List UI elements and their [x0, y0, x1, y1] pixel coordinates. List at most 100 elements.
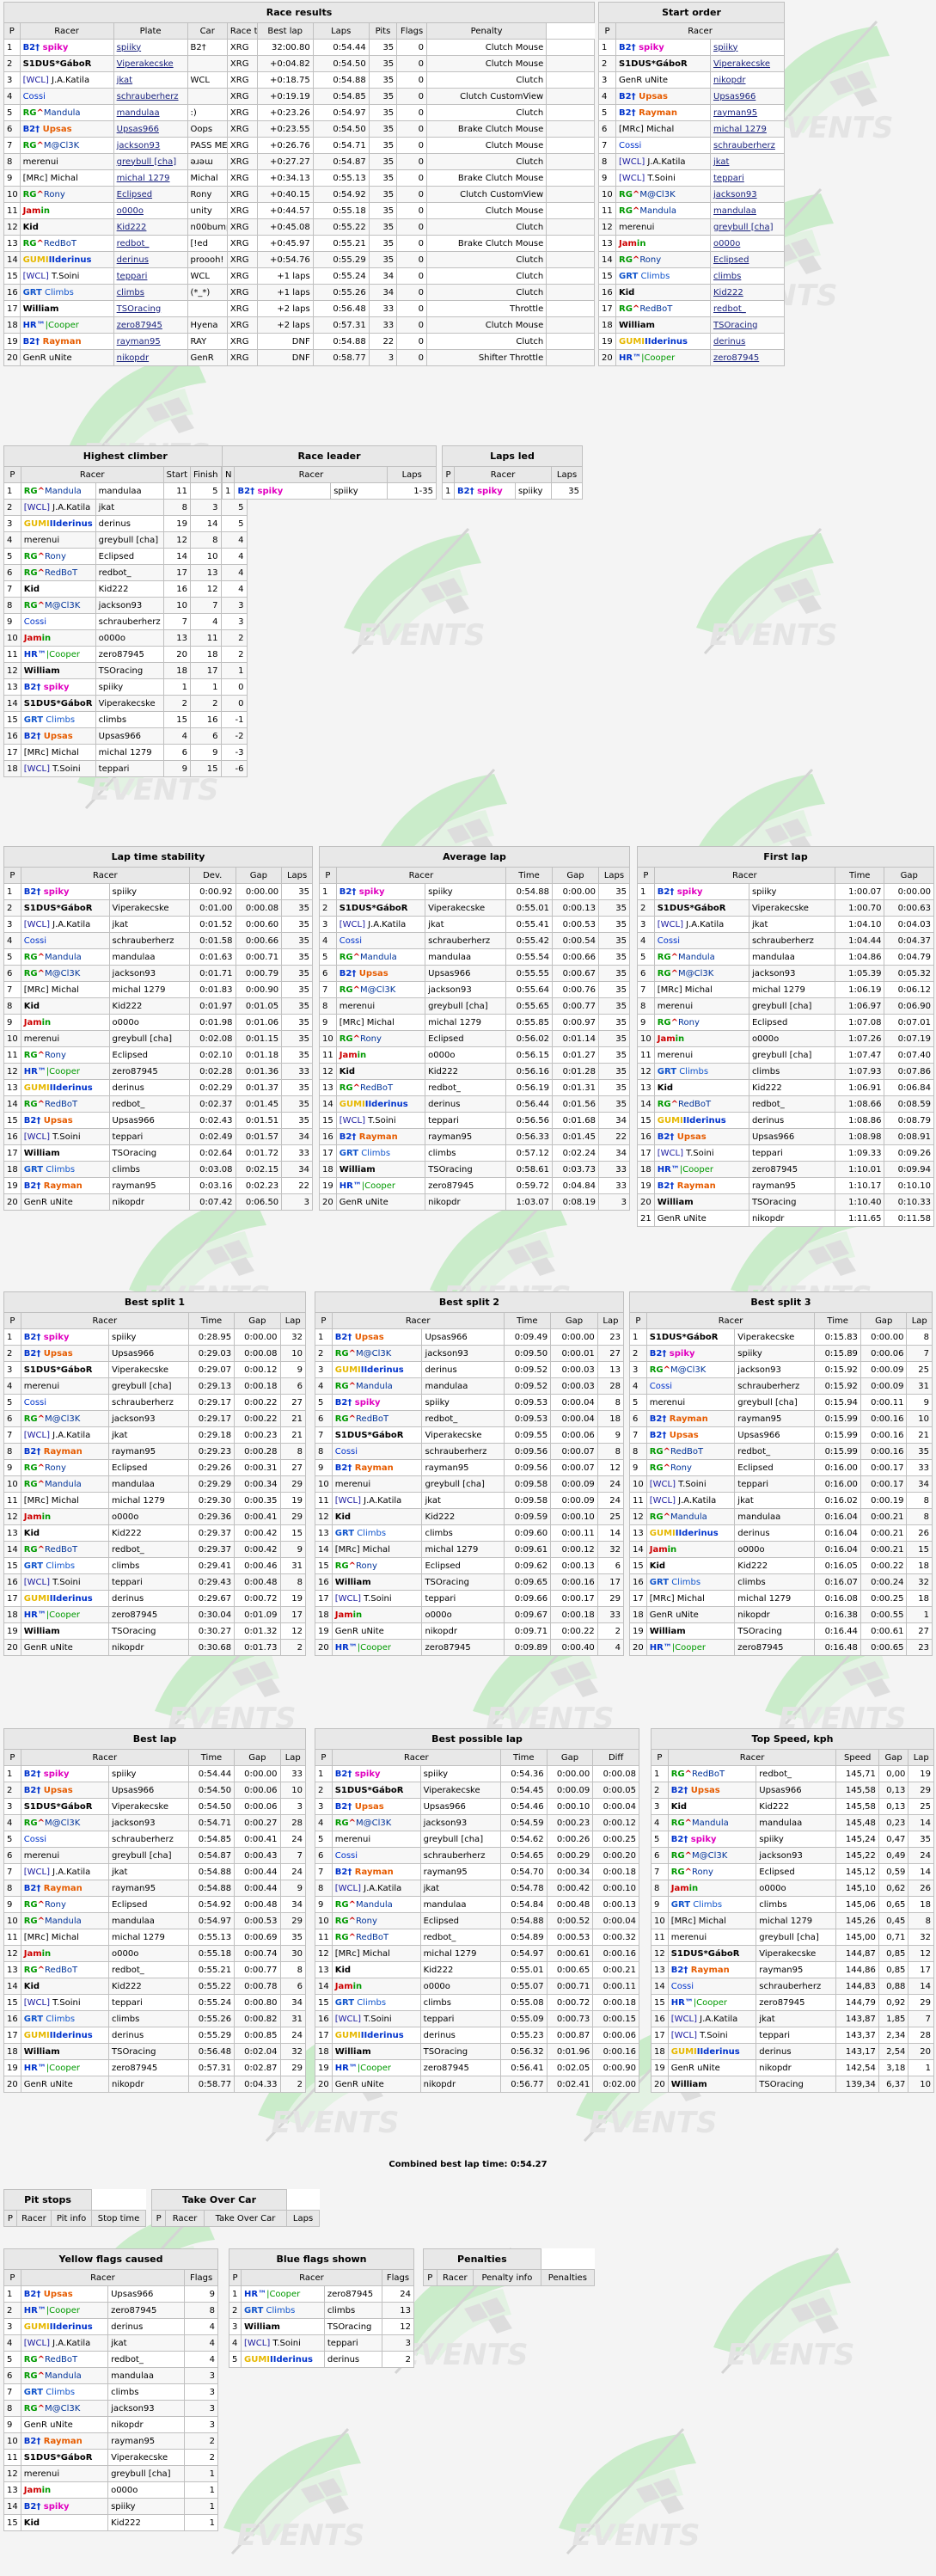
lap-cell: 24 [596, 1492, 625, 1509]
player-name-cell[interactable]: Kid222 [709, 284, 786, 301]
table-row: 18 GenR uNite nikopdr 0:16.38 0:00.55 1 [629, 1606, 933, 1623]
flags-cell: 0 [396, 186, 427, 203]
player-name-cell: teppari [734, 1475, 816, 1493]
player-name-cell[interactable]: Viperakecske [709, 55, 786, 72]
diff-cell: 0:00.13 [592, 1896, 639, 1913]
player-name-cell[interactable]: jackson93 [709, 186, 786, 203]
player-name-cell[interactable]: Upsas966 [709, 88, 786, 105]
player-name-cell: derinus [748, 1112, 835, 1129]
racer-name-cell: [MRc] Michal [20, 1492, 109, 1509]
player-name-cell[interactable]: zero87945 [113, 316, 188, 334]
gap-cell: 0:07.86 [884, 1063, 934, 1080]
table-row: 10 Jamin o000o 1:07.26 0:07.19 [637, 1030, 934, 1047]
player-name-cell[interactable]: schrauberherz [709, 137, 786, 154]
player-name-cell: TSOracing [108, 1144, 190, 1162]
player-name-cell[interactable]: jkat [709, 153, 786, 170]
player-name-cell[interactable]: rayman95 [709, 104, 786, 121]
player-name-cell[interactable]: climbs [709, 267, 786, 285]
racer-name-cell: [WCL] J.A.Katila [653, 916, 749, 933]
position-cell: 1 [598, 39, 616, 56]
player-name-cell: mandulaa [107, 2367, 186, 2384]
player-name-cell[interactable]: jkat [113, 71, 188, 89]
player-name-cell: spiiky [734, 1345, 816, 1362]
lap-cell: 8 [906, 1508, 933, 1525]
player-name-cell[interactable]: o000o [113, 202, 188, 219]
player-name-cell[interactable]: TSOracing [709, 316, 786, 334]
player-name-cell: climbs [425, 1144, 507, 1162]
lap-cell: 8 [279, 1443, 306, 1460]
player-name-cell[interactable]: climbs [113, 284, 188, 301]
racer-name-cell: S1DUS*GáboR [335, 899, 426, 917]
gap-cell: 0:01.09 [234, 1606, 281, 1623]
player-name-cell[interactable]: spiiky [113, 39, 188, 56]
dev--cell: 0:01.52 [188, 916, 236, 933]
pits-cell: 35 [368, 39, 398, 56]
player-name-cell[interactable]: mandulaa [709, 202, 786, 219]
gap-cell: 0:00.42 [234, 1524, 281, 1542]
time-cell: 0:09.52 [503, 1377, 552, 1395]
time-cell: 0:29.17 [187, 1410, 236, 1427]
player-name-cell[interactable]: nikopdr [709, 71, 786, 89]
racer-name-cell: [MRc] Michal [653, 981, 749, 998]
position-cell: 5 [319, 948, 337, 966]
player-name-cell[interactable]: spiiky [709, 39, 786, 56]
table-row: 15 GUMIIIderinus derinus 1:08.86 0:08.79 [637, 1112, 934, 1129]
table-row: 15 [WCL] T.Soini teppari 0:56.56 0:01.68 34 [319, 1112, 631, 1129]
player-name-cell[interactable]: Kid222 [113, 218, 188, 236]
gap-cell: 0:00.16 [550, 1573, 598, 1591]
lap-cell: 18 [906, 1590, 933, 1607]
player-name-cell[interactable]: rayman95 [113, 333, 188, 350]
player-name-cell[interactable]: redbot_ [113, 235, 188, 252]
player-name-cell: zero87945 [107, 2059, 189, 2076]
player-name-cell[interactable]: greybull [cha] [709, 218, 786, 236]
racer-name-cell: RG^Rony [20, 1896, 109, 1913]
player-name-cell: Kid222 [419, 1961, 501, 1978]
player-name-cell[interactable]: Eclipsed [113, 186, 188, 203]
player-name-cell[interactable]: zero87945 [709, 349, 786, 366]
player-name-cell[interactable]: derinus [709, 333, 786, 350]
gap-cell: 0:00.00 [234, 1765, 281, 1782]
position-cell: 19 [3, 1622, 21, 1640]
player-name-cell[interactable]: michal 1279 [709, 120, 786, 138]
table-row: 11 [WCL] J.A.Katila jkat 0:09.58 0:00.09 24 [315, 1492, 625, 1509]
player-name-cell[interactable]: greybull [cha] [113, 153, 188, 170]
player-name-cell[interactable]: TSOracing [113, 300, 188, 317]
player-name-cell[interactable]: nikopdr [113, 349, 188, 366]
value-cell [546, 71, 595, 89]
player-name-cell[interactable]: derinus [113, 251, 188, 268]
racer-name-cell: S1DUS*GáboR [615, 55, 711, 72]
player-name-cell: climbs [107, 2383, 186, 2401]
gap-cell: 0,88 [878, 1978, 909, 1995]
player-name-cell[interactable]: Upsas966 [113, 120, 188, 138]
gap-cell: 0:07.19 [884, 1030, 934, 1047]
column-header: Take Over Car [203, 2210, 288, 2227]
player-name-cell[interactable]: o000o [709, 235, 786, 252]
position-cell: 12 [3, 2465, 21, 2482]
player-name-cell[interactable]: Viperakecske [113, 55, 188, 72]
table-row: 12 RG^Mandula mandulaa 0:16.04 0:00.21 8 [629, 1508, 933, 1525]
player-name-cell[interactable]: teppari [709, 169, 786, 187]
player-name-cell[interactable]: schrauberherz [113, 88, 188, 105]
racer-name-cell: GenR uNite [615, 71, 711, 89]
start-order-title: Start order [597, 2, 786, 23]
player-name-cell: greybull [cha] [748, 1046, 835, 1064]
position-cell: 18 [3, 1606, 21, 1623]
player-name-cell[interactable]: jackson93 [113, 137, 188, 154]
racer-name-cell: William [241, 2318, 325, 2335]
player-name-cell[interactable]: michal 1279 [113, 169, 188, 187]
table-row: 10 [WCL] T.Soini teppari 0:16.00 0:00.17 34 [629, 1475, 933, 1493]
best-lap-cell: +0:40.15 [256, 186, 314, 203]
position-cell: 17 [319, 1144, 337, 1162]
gap-cell: 0:00.08 [234, 1345, 281, 1362]
player-name-cell[interactable]: Eclipsed [709, 251, 786, 268]
racer-name-cell: merenui [19, 153, 114, 170]
player-name-cell: schrauberherz [95, 613, 164, 630]
player-name-cell[interactable]: redbot_ [709, 300, 786, 317]
penalty-cell: Shifter Throttle [425, 349, 548, 366]
position-cell: 9 [3, 1896, 21, 1913]
racer-name-cell: Jamin [615, 235, 711, 252]
player-name-cell[interactable]: teppari [113, 267, 188, 285]
player-name-cell[interactable]: mandulaa [113, 104, 188, 121]
racer-name-cell: GRT Climbs [20, 2383, 109, 2401]
start-cell: 13 [162, 629, 192, 647]
